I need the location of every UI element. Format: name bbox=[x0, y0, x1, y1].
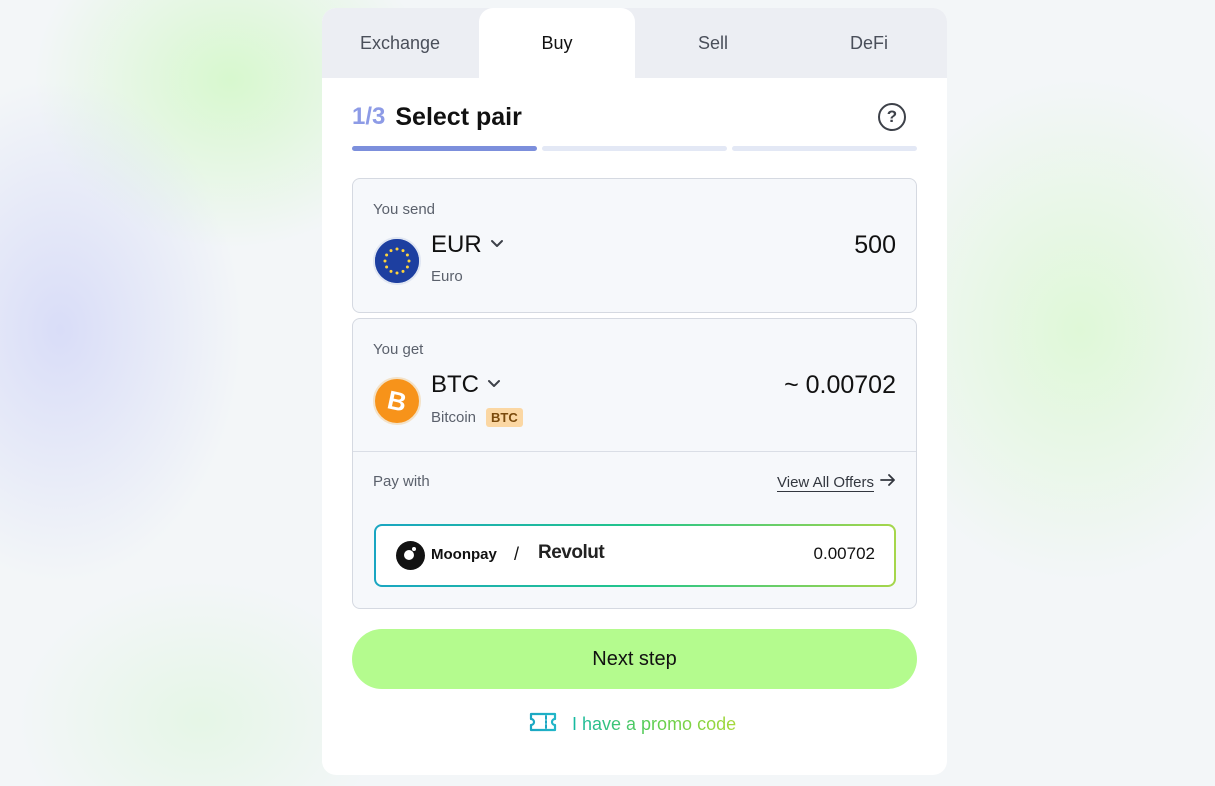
send-amount-input[interactable]: 500 bbox=[854, 231, 896, 260]
get-currency-name: Bitcoin BTC bbox=[431, 408, 523, 427]
step-title: Select pair bbox=[395, 102, 522, 131]
send-currency-code: EUR bbox=[431, 231, 482, 258]
tab-sell[interactable]: Sell bbox=[635, 8, 791, 78]
arrow-right-icon bbox=[880, 473, 896, 491]
chevron-down-icon bbox=[487, 376, 501, 394]
eu-flag-icon bbox=[373, 237, 421, 285]
tab-buy[interactable]: Buy bbox=[479, 8, 635, 78]
swap-card: Exchange Buy Sell DeFi 1/3 Select pair ?… bbox=[322, 8, 947, 775]
tab-defi[interactable]: DeFi bbox=[791, 8, 947, 78]
offer-provider: Moonpay bbox=[431, 546, 497, 563]
view-all-offers-link[interactable]: View All Offers bbox=[777, 473, 896, 491]
offer-amount: 0.00702 bbox=[813, 544, 875, 563]
svg-text:B: B bbox=[385, 386, 410, 416]
moonpay-logo-icon bbox=[396, 541, 425, 570]
ticker-badge: BTC bbox=[486, 408, 523, 427]
progress-segment-2 bbox=[542, 146, 727, 151]
get-currency-name-text: Bitcoin bbox=[431, 409, 477, 426]
step-progress-bar bbox=[352, 146, 917, 151]
next-step-button[interactable]: Next step bbox=[352, 629, 917, 689]
send-currency-name: Euro bbox=[431, 268, 463, 285]
get-currency-selector[interactable]: BTC bbox=[431, 371, 501, 399]
send-panel: You send EUR Euro 500 bbox=[352, 178, 917, 313]
offer-method: Revolut bbox=[538, 542, 605, 563]
step-header: 1/3 Select pair bbox=[352, 102, 522, 132]
step-number: 1/3 bbox=[352, 103, 386, 130]
tab-bar: Exchange Buy Sell DeFi bbox=[322, 8, 947, 78]
ticket-icon bbox=[528, 711, 558, 738]
question-circle-icon[interactable]: ? bbox=[878, 103, 906, 131]
send-currency-name-text: Euro bbox=[431, 268, 463, 285]
get-panel: You get B BTC Bitcoin BTC ~ 0.00702 Pay … bbox=[352, 318, 917, 609]
chevron-down-icon bbox=[490, 236, 504, 254]
offer-card: Moonpay / Revolut 0.00702 bbox=[376, 526, 894, 585]
get-currency-code: BTC bbox=[431, 371, 479, 398]
promo-code-link[interactable]: I have a promo code bbox=[528, 711, 736, 738]
promo-code-label: I have a promo code bbox=[572, 714, 737, 734]
divider bbox=[353, 451, 916, 452]
get-label: You get bbox=[373, 341, 424, 358]
view-all-offers-label: View All Offers bbox=[777, 473, 874, 491]
pay-with-label: Pay with bbox=[373, 473, 430, 490]
send-currency-selector[interactable]: EUR bbox=[431, 231, 504, 259]
bitcoin-icon: B bbox=[373, 377, 421, 425]
progress-segment-3 bbox=[732, 146, 917, 151]
progress-segment-1 bbox=[352, 146, 537, 151]
get-amount: ~ 0.00702 bbox=[784, 371, 896, 399]
tab-exchange[interactable]: Exchange bbox=[322, 8, 478, 78]
send-label: You send bbox=[373, 201, 436, 218]
selected-offer[interactable]: Moonpay / Revolut 0.00702 bbox=[374, 524, 896, 587]
offer-separator: / bbox=[514, 544, 520, 564]
